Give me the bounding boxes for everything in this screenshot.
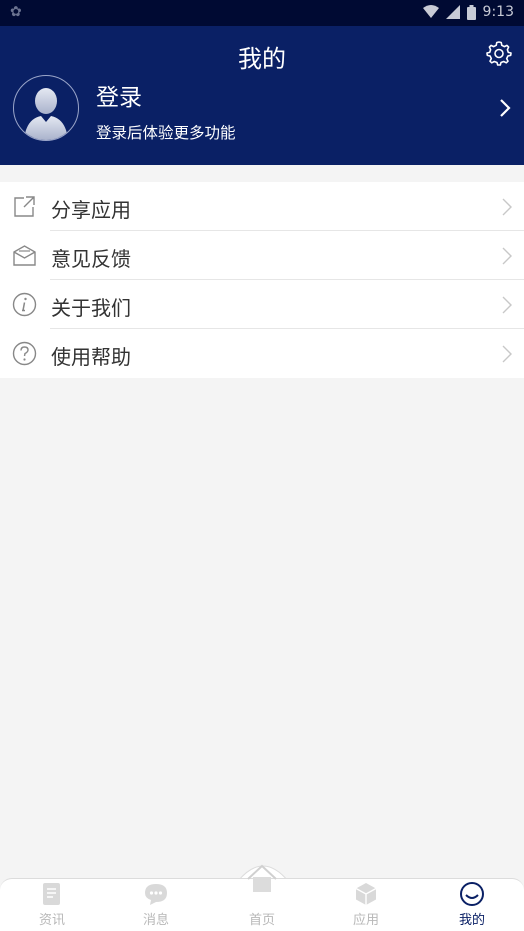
- chevron-right-icon[interactable]: [498, 97, 512, 119]
- default-avatar-icon: [24, 88, 68, 140]
- menu-item-share[interactable]: 分享应用: [0, 182, 524, 231]
- share-icon: [14, 196, 35, 217]
- profile-icon: [460, 882, 484, 906]
- avatar[interactable]: [13, 75, 79, 141]
- settings-menu: 分享应用 意见反馈 关于我们 使用帮助: [0, 182, 524, 378]
- chevron-right-icon: [502, 345, 512, 363]
- tab-news[interactable]: 资讯: [0, 879, 104, 931]
- tab-profile[interactable]: 我的: [420, 879, 524, 931]
- signal-icon: [445, 5, 460, 19]
- tab-label: 消息: [142, 913, 169, 928]
- login-title[interactable]: 登录: [96, 78, 142, 112]
- chevron-right-icon: [502, 198, 512, 216]
- tab-label: 我的: [458, 913, 485, 928]
- tab-label: 首页: [248, 913, 275, 928]
- message-icon: [145, 884, 167, 905]
- tab-home[interactable]: 首页: [210, 864, 314, 931]
- menu-item-feedback[interactable]: 意见反馈: [0, 231, 524, 280]
- tab-label: 应用: [352, 913, 379, 928]
- bottom-tab-bar: 资讯 消息 首页 应用 我的: [0, 864, 524, 931]
- menu-label: 使用帮助: [51, 345, 131, 369]
- page-title: 我的: [238, 45, 286, 73]
- home-icon: [247, 864, 277, 892]
- info-icon: [12, 292, 37, 317]
- menu-label: 分享应用: [51, 198, 131, 222]
- tab-messages[interactable]: 消息: [104, 879, 208, 931]
- chevron-right-icon: [502, 296, 512, 314]
- status-bar: ✿ 9:13: [0, 0, 524, 26]
- profile-header: 我的 登录 登录后体验更多功能: [0, 26, 524, 165]
- feedback-icon: [13, 245, 36, 266]
- battery-icon: [466, 4, 476, 20]
- android-debug-icon: ✿: [10, 4, 22, 20]
- apps-icon: [355, 883, 377, 905]
- wifi-icon: [422, 5, 439, 18]
- menu-label: 关于我们: [51, 296, 131, 320]
- settings-gear-icon[interactable]: [486, 40, 512, 66]
- status-time: 9:13: [482, 4, 514, 20]
- menu-item-help[interactable]: 使用帮助: [0, 329, 524, 378]
- login-subtitle: 登录后体验更多功能: [96, 124, 236, 142]
- menu-item-about[interactable]: 关于我们: [0, 280, 524, 329]
- menu-label: 意见反馈: [51, 247, 131, 271]
- tab-apps[interactable]: 应用: [314, 879, 418, 931]
- chevron-right-icon: [502, 247, 512, 265]
- help-icon: [12, 341, 37, 366]
- news-icon: [43, 883, 60, 905]
- tab-label: 资讯: [38, 913, 65, 928]
